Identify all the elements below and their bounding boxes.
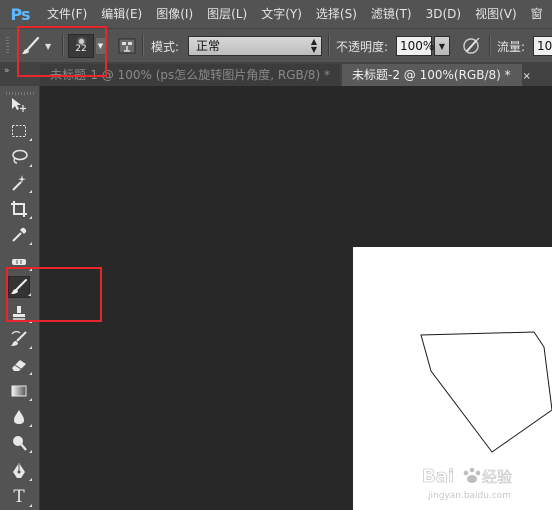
options-separator [489, 35, 491, 57]
water-drop-icon [14, 410, 24, 424]
brush-panel-toggle[interactable] [118, 37, 136, 55]
eyedropper-icon [12, 227, 27, 242]
collapse-toolbar-icon[interactable]: » [4, 66, 9, 76]
crop-icon [11, 201, 27, 217]
tool-group-indicator [29, 346, 32, 349]
select-arrows-icon: ▲ ▼ [310, 37, 317, 54]
magic-wand-tool[interactable] [8, 172, 32, 194]
brush-panel-icon [118, 38, 136, 54]
eraser-tool[interactable] [8, 354, 32, 376]
eyedropper-tool[interactable] [8, 224, 32, 246]
tool-group-indicator [29, 450, 32, 453]
menu-type[interactable]: 文字(Y) [254, 0, 309, 28]
pressure-pen-icon [463, 37, 480, 54]
pen-tool[interactable] [8, 460, 32, 482]
baidu-paw-logo: Bai 经验 jingyan.baidu.com [422, 466, 513, 501]
tab-label: 未标题-2 @ 100%(RGB/8) * [352, 68, 511, 82]
baidu-watermark: Bai 经验 jingyan.baidu.com [420, 462, 550, 506]
options-separator [142, 35, 144, 57]
dodge-tool[interactable] [8, 432, 32, 454]
magic-wand-icon [12, 175, 26, 191]
svg-text:jingyan.baidu.com: jingyan.baidu.com [427, 491, 511, 501]
menu-3d[interactable]: 3D(D) [419, 0, 468, 28]
gradient-icon [11, 385, 27, 397]
history-brush-tool[interactable] [8, 328, 32, 350]
tool-group-indicator [29, 164, 32, 167]
menu-file[interactable]: 文件(F) [40, 0, 94, 28]
move-tool[interactable] [8, 94, 30, 116]
svg-text:经验: 经验 [482, 468, 512, 486]
menu-bar: Ps 文件(F) 编辑(E) 图像(I) 图层(L) 文字(Y) 选择(S) 滤… [0, 0, 552, 28]
tab-document-2[interactable]: 未标题-2 @ 100%(RGB/8) * × [342, 64, 531, 86]
ps-logo: Ps [10, 4, 31, 24]
menu-window[interactable]: 窗 [524, 0, 550, 28]
canvas-workspace[interactable] [40, 86, 552, 510]
opacity-slider-toggle[interactable]: ▼ [434, 36, 450, 56]
menu-layer[interactable]: 图层(L) [200, 0, 254, 28]
dodge-icon [13, 436, 27, 451]
tool-group-indicator [29, 504, 32, 507]
blur-tool[interactable] [8, 406, 32, 428]
highlight-tool-preset [17, 26, 107, 77]
type-icon: T [13, 487, 25, 507]
tool-group-indicator [29, 478, 32, 481]
lasso-icon [12, 149, 28, 164]
photoshop-window: Ps 文件(F) 编辑(E) 图像(I) 图层(L) 文字(Y) 选择(S) 滤… [0, 0, 552, 510]
type-tool[interactable]: T [8, 486, 32, 508]
move-icon [12, 98, 26, 112]
options-separator [328, 35, 330, 57]
flow-label: 流量: [497, 40, 526, 54]
crop-tool[interactable] [8, 198, 32, 220]
options-bar-grip[interactable] [6, 37, 9, 55]
flow-input[interactable]: 100 [533, 36, 552, 56]
highlight-brush-tool [6, 267, 102, 322]
eraser-icon [12, 360, 26, 371]
close-icon[interactable]: × [522, 71, 530, 82]
mode-label: 模式: [151, 40, 180, 54]
pen-nib-icon [13, 463, 25, 478]
tool-group-indicator [29, 138, 32, 141]
pressure-opacity-button[interactable] [461, 36, 483, 56]
menu-edit[interactable]: 编辑(E) [94, 0, 149, 28]
tool-group-indicator [29, 190, 32, 193]
lasso-tool[interactable] [8, 146, 32, 168]
menu-image[interactable]: 图像(I) [149, 0, 200, 28]
tool-group-indicator [29, 372, 32, 375]
tool-group-indicator [29, 242, 32, 245]
marquee-tool[interactable] [8, 120, 32, 142]
rectangular-marquee-icon [12, 125, 26, 137]
menu-select[interactable]: 选择(S) [309, 0, 364, 28]
gradient-tool[interactable] [8, 380, 32, 402]
opacity-input[interactable]: 100% [396, 36, 434, 56]
tool-group-indicator [29, 398, 32, 401]
svg-text:Bai: Bai [422, 466, 454, 487]
opacity-label: 不透明度: [336, 40, 389, 54]
tool-group-indicator [29, 424, 32, 427]
history-brush-icon [11, 331, 27, 346]
tool-group-indicator [29, 216, 32, 219]
blend-mode-value: 正常 [196, 39, 221, 53]
menu-view[interactable]: 视图(V) [468, 0, 524, 28]
menu-filter[interactable]: 滤镜(T) [364, 0, 419, 28]
blend-mode-select[interactable]: 正常 ▲ ▼ [188, 36, 322, 56]
